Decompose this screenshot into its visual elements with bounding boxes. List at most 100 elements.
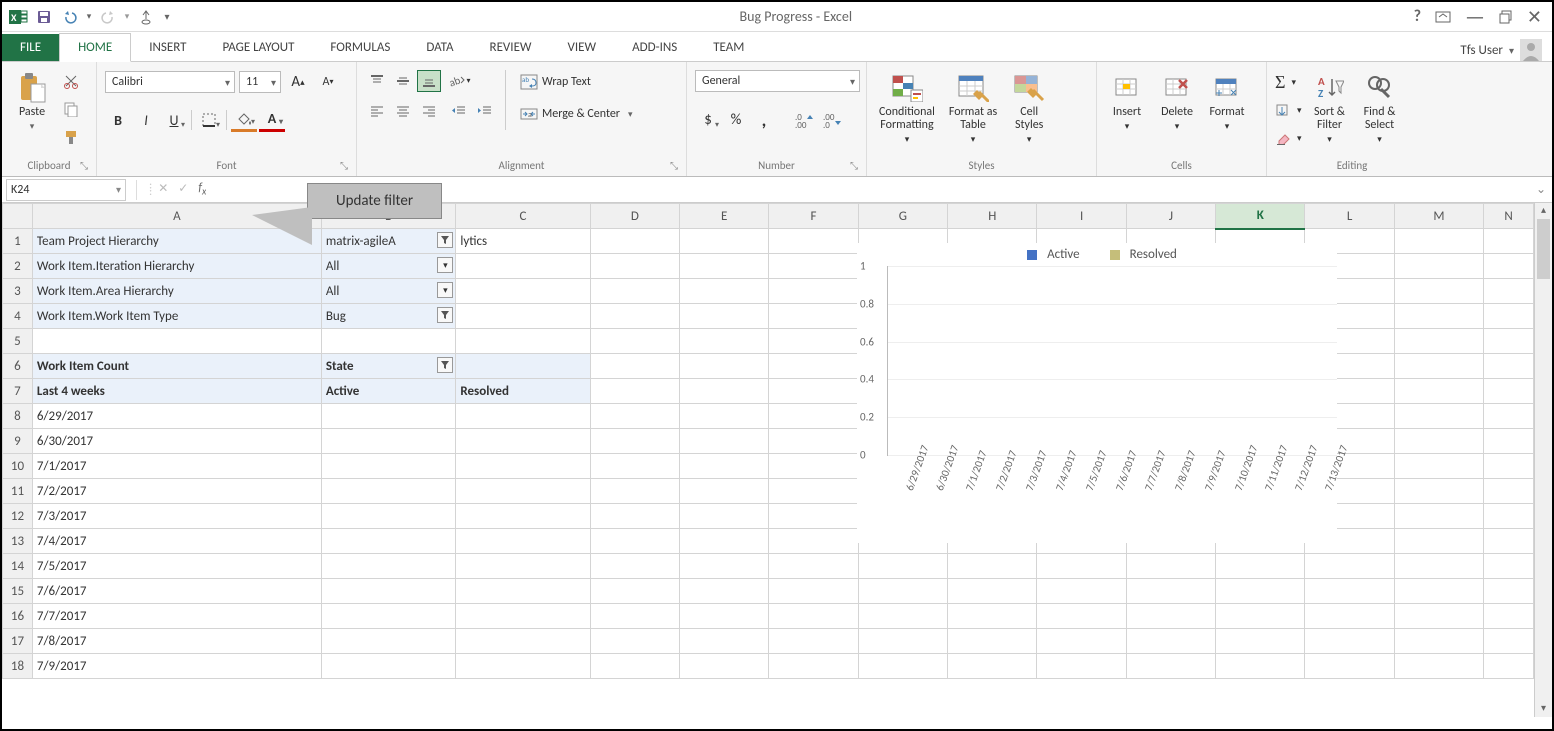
cell[interactable]: [590, 354, 679, 379]
cell[interactable]: [1305, 629, 1394, 654]
cut-icon[interactable]: [60, 70, 82, 92]
cell[interactable]: [1394, 379, 1483, 404]
cell[interactable]: lytics: [456, 229, 590, 254]
select-all-cell[interactable]: [3, 204, 33, 229]
align-middle-icon[interactable]: [391, 70, 415, 92]
cell[interactable]: [321, 329, 456, 354]
row-header-13[interactable]: 13: [3, 529, 33, 554]
align-bottom-icon[interactable]: [417, 70, 441, 92]
cell-styles-button[interactable]: Cell Styles▾: [1007, 70, 1051, 147]
cell[interactable]: [1394, 629, 1483, 654]
row-header-10[interactable]: 10: [3, 454, 33, 479]
pivot-filter-label[interactable]: Work Item.Work Item Type: [32, 304, 321, 329]
row-header-16[interactable]: 16: [3, 604, 33, 629]
pivot-filter-value[interactable]: All▾: [321, 279, 456, 304]
tab-insert[interactable]: INSERT: [131, 34, 204, 61]
cell[interactable]: [590, 479, 679, 504]
cell[interactable]: [769, 304, 858, 329]
cell[interactable]: [1126, 629, 1215, 654]
row-header-2[interactable]: 2: [3, 254, 33, 279]
cell[interactable]: [1037, 654, 1126, 679]
col-header-D[interactable]: D: [590, 204, 679, 229]
cell[interactable]: [590, 379, 679, 404]
cell[interactable]: [1484, 429, 1534, 454]
row-header-1[interactable]: 1: [3, 229, 33, 254]
align-center-icon[interactable]: [391, 100, 415, 122]
cell[interactable]: [1484, 504, 1534, 529]
cell[interactable]: [1394, 454, 1483, 479]
cell[interactable]: [1394, 404, 1483, 429]
pivot-date-cell[interactable]: 7/8/2017: [32, 629, 321, 654]
enter-formula-icon[interactable]: ✓: [178, 181, 188, 197]
cell[interactable]: [32, 329, 321, 354]
pivot-date-cell[interactable]: 7/2/2017: [32, 479, 321, 504]
help-icon[interactable]: ?: [1414, 7, 1421, 26]
cell[interactable]: [321, 529, 456, 554]
cell[interactable]: [456, 429, 590, 454]
pivot-filter-icon[interactable]: [437, 232, 453, 248]
cell[interactable]: [769, 379, 858, 404]
row-header-17[interactable]: 17: [3, 629, 33, 654]
cell[interactable]: [321, 579, 456, 604]
cell[interactable]: [321, 479, 456, 504]
decrease-decimal-icon[interactable]: .00.0: [819, 108, 845, 132]
row-header-8[interactable]: 8: [3, 404, 33, 429]
cell[interactable]: [1394, 279, 1483, 304]
cell[interactable]: [1484, 229, 1534, 254]
cell[interactable]: [680, 654, 769, 679]
cell[interactable]: [769, 629, 858, 654]
cell[interactable]: [1484, 304, 1534, 329]
cell[interactable]: [858, 554, 947, 579]
cell[interactable]: [1126, 579, 1215, 604]
cell[interactable]: [456, 554, 590, 579]
tab-file[interactable]: FILE: [2, 34, 59, 61]
cell[interactable]: [1484, 379, 1534, 404]
clear-button[interactable]: ▾: [1275, 126, 1302, 150]
decrease-indent-icon[interactable]: [447, 100, 471, 122]
row-header-11[interactable]: 11: [3, 479, 33, 504]
cell[interactable]: [680, 529, 769, 554]
cell[interactable]: [1394, 504, 1483, 529]
pivot-dd-icon[interactable]: ▾: [437, 257, 453, 273]
undo-dd-icon[interactable]: ▾: [84, 5, 94, 29]
cell[interactable]: [769, 604, 858, 629]
tab-view[interactable]: VIEW: [550, 34, 615, 61]
cell[interactable]: [1484, 329, 1534, 354]
row-header-6[interactable]: 6: [3, 354, 33, 379]
row-header-18[interactable]: 18: [3, 654, 33, 679]
cell[interactable]: [1394, 429, 1483, 454]
copy-icon[interactable]: [60, 98, 82, 120]
tab-review[interactable]: REVIEW: [472, 34, 550, 61]
name-box[interactable]: K24: [6, 179, 126, 201]
cell[interactable]: [948, 629, 1037, 654]
cell[interactable]: [456, 254, 590, 279]
cell[interactable]: [590, 579, 679, 604]
cell[interactable]: [1037, 554, 1126, 579]
expand-formula-bar-icon[interactable]: ⌄: [1530, 182, 1552, 197]
cell[interactable]: [456, 604, 590, 629]
cell[interactable]: [321, 629, 456, 654]
row-header-3[interactable]: 3: [3, 279, 33, 304]
pivot-filter-value[interactable]: All▾: [321, 254, 456, 279]
cell[interactable]: [1394, 479, 1483, 504]
increase-font-icon[interactable]: A▴: [285, 70, 311, 94]
cell[interactable]: [321, 554, 456, 579]
insert-function-icon[interactable]: fx: [198, 181, 206, 197]
cell[interactable]: [680, 479, 769, 504]
cell[interactable]: [769, 354, 858, 379]
cell[interactable]: [1126, 554, 1215, 579]
cell[interactable]: [680, 554, 769, 579]
autosum-button[interactable]: Σ▾: [1275, 70, 1302, 94]
cell[interactable]: [1394, 254, 1483, 279]
pivot-date-cell[interactable]: 7/5/2017: [32, 554, 321, 579]
cancel-formula-icon[interactable]: ✕: [158, 181, 168, 197]
pivot-filter-value[interactable]: Bug: [321, 304, 456, 329]
cell[interactable]: [680, 279, 769, 304]
cell[interactable]: [321, 429, 456, 454]
pivot-date-cell[interactable]: 7/1/2017: [32, 454, 321, 479]
scroll-thumb[interactable]: [1537, 219, 1550, 279]
cell[interactable]: [1037, 629, 1126, 654]
pivot-date-cell[interactable]: 7/7/2017: [32, 604, 321, 629]
redo-dd-icon[interactable]: ▾: [122, 5, 132, 29]
cell[interactable]: [456, 404, 590, 429]
